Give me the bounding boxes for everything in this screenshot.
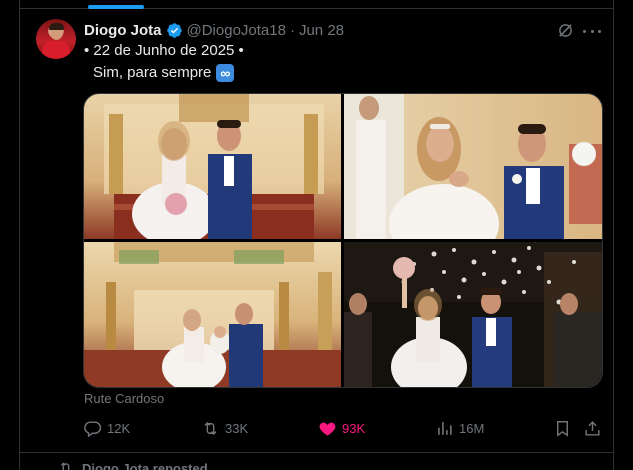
reply-button[interactable]: 12K bbox=[83, 418, 130, 438]
views-button[interactable]: 16M bbox=[435, 418, 484, 438]
repost-context[interactable]: Diogo Jota reposted bbox=[58, 460, 208, 470]
media-grid bbox=[83, 93, 603, 388]
timeline: Diogo Jota @DiogoJota18 · Jun 28 • 22 de… bbox=[0, 0, 633, 470]
repost-icon bbox=[60, 462, 70, 470]
post-actions: 12K 33K 93K 16M bbox=[83, 418, 601, 438]
divider bbox=[19, 452, 613, 453]
view-count: 16M bbox=[459, 420, 485, 436]
bookmark-icon bbox=[557, 420, 568, 437]
column-border-left bbox=[19, 0, 20, 470]
more-icon[interactable] bbox=[583, 23, 601, 39]
repost-context-label: Diogo Jota reposted bbox=[82, 460, 208, 470]
like-count: 93K bbox=[342, 420, 366, 436]
heart-icon bbox=[319, 422, 336, 436]
repost-icon bbox=[204, 421, 217, 435]
like-button[interactable]: 93K bbox=[318, 418, 365, 438]
caption-text: Sim, para sempre bbox=[93, 64, 212, 81]
reply-icon bbox=[84, 420, 102, 437]
wedding-photo-confetti[interactable] bbox=[344, 242, 602, 387]
share-button[interactable] bbox=[583, 418, 607, 438]
post-date[interactable]: Jun 28 bbox=[299, 22, 344, 39]
wedding-photo-ring[interactable] bbox=[344, 94, 602, 239]
wedding-photo-altar[interactable] bbox=[84, 94, 341, 239]
wedding-photo-church-wide[interactable] bbox=[84, 242, 341, 387]
grok-icon[interactable] bbox=[557, 22, 574, 39]
column-border-right bbox=[613, 0, 614, 470]
avatar[interactable] bbox=[36, 19, 76, 59]
repost-count: 33K bbox=[225, 420, 249, 436]
author-handle[interactable]: @DiogoJota18 bbox=[187, 22, 286, 39]
infinity-emoji: ∞ bbox=[216, 64, 235, 82]
share-icon bbox=[585, 420, 600, 436]
reply-count: 12K bbox=[107, 420, 131, 436]
verified-badge-icon bbox=[166, 22, 182, 38]
author-name[interactable]: Diogo Jota bbox=[84, 22, 162, 39]
photo-credit[interactable]: Rute Cardoso bbox=[84, 391, 164, 406]
post-text-caption: Sim, para sempre ∞ bbox=[93, 63, 235, 83]
separator-dot: · bbox=[289, 21, 295, 39]
active-tab-indicator bbox=[88, 5, 144, 9]
repost-button[interactable]: 33K bbox=[201, 418, 248, 438]
bookmark-button[interactable] bbox=[553, 418, 577, 438]
views-icon bbox=[438, 421, 452, 435]
post-text-date: • 22 de Junho de 2025 • bbox=[84, 42, 244, 59]
post-header: Diogo Jota @DiogoJota18 · Jun 28 bbox=[84, 20, 344, 40]
